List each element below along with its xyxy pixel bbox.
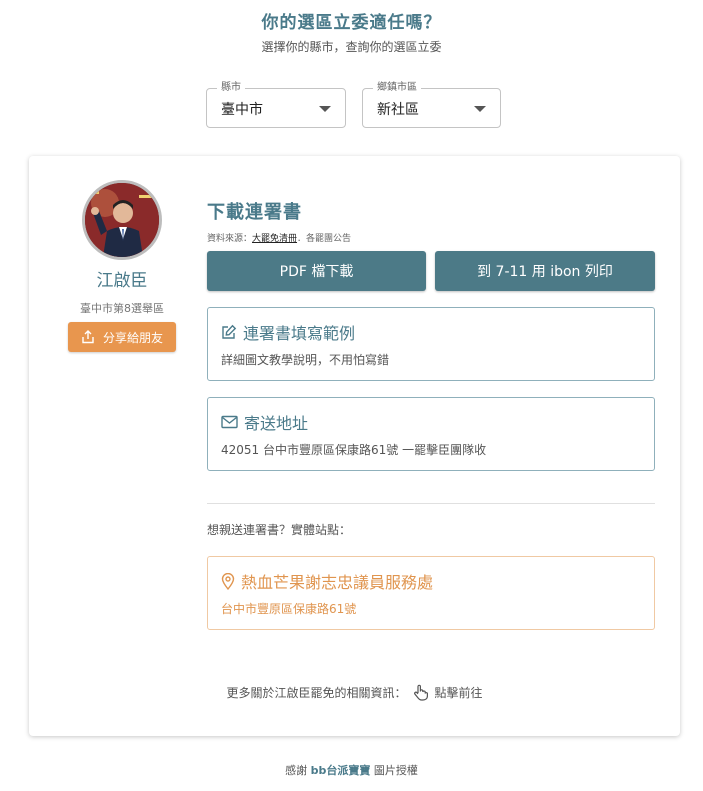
share-button-label: 分享給朋友 [102, 330, 163, 345]
footer-credit: 感謝 bb台派寶寶 圖片授權 [0, 762, 703, 778]
address-box-desc: 42051 台中市豐原區保康路61號 一罷擊臣團隊收 [221, 443, 487, 457]
source-suffix: ．各罷團公告 [297, 234, 352, 244]
page-title: 你的選區立委適任嗎？ [261, 13, 442, 33]
source-link[interactable]: 大罷免清冊 [252, 234, 297, 244]
caret-down-icon [319, 106, 331, 112]
district-select-label: 鄉鎮市區 [373, 81, 421, 95]
legislator-card: 江啟臣 臺中市第8選舉區 分享給朋友 下載連署書 資料來源：大罷免清冊．各罷團公… [29, 156, 680, 736]
example-box-desc: 詳細圖文教學說明，不用怕寫錯 [221, 353, 390, 367]
more-info-text: 更多關於江啟臣罷免的相關資訊： [226, 686, 407, 700]
edit-icon [222, 324, 237, 339]
in-person-prompt: 想親送連署書？實體站點： [207, 523, 352, 537]
office-name: 熱血芒果謝志忠議員服務處 [241, 573, 434, 592]
source-prefix: 資料來源： [207, 234, 253, 244]
office-address: 台中市豐原區保康路61號 [221, 602, 357, 616]
address-box-title: 寄送地址 [244, 414, 309, 433]
data-source: 資料來源：大罷免清冊．各罷團公告 [207, 231, 351, 244]
footer-suffix: 圖片授權 [373, 764, 418, 777]
ibon-print-button[interactable]: 到 7-11 用 ibon 列印 [435, 251, 655, 291]
district-select-value: 新社區 [377, 102, 419, 118]
legislator-name: 江啟臣 [96, 271, 148, 291]
more-info-link[interactable]: 點擊前往 [435, 684, 483, 701]
mail-icon [221, 415, 238, 429]
office-box[interactable]: 熱血芒果謝志忠議員服務處 台中市豐原區保康路61號 [207, 556, 655, 630]
legislator-district: 臺中市第8選舉區 [80, 302, 164, 315]
caret-down-icon [474, 106, 486, 112]
city-select-value: 臺中市 [221, 102, 263, 118]
city-select-label: 縣市 [217, 81, 245, 95]
location-pin-icon [221, 572, 235, 590]
example-box-title: 連署書填寫範例 [243, 324, 356, 343]
pdf-download-button[interactable]: PDF 檔下載 [207, 251, 426, 291]
footer-prefix: 感謝 [285, 764, 308, 777]
divider [207, 503, 655, 504]
district-select[interactable]: 鄉鎮市區 新社區 [362, 81, 501, 128]
pointer-hand-icon [413, 684, 428, 701]
avatar [82, 180, 162, 260]
footer-brand[interactable]: bb台派寶寶 [311, 764, 371, 777]
example-box[interactable]: 連署書填寫範例 詳細圖文教學說明，不用怕寫錯 [207, 307, 655, 381]
page-subtitle: 選擇你的縣市，查詢你的選區立委 [261, 40, 442, 54]
more-info: 更多關於江啟臣罷免的相關資訊： 點擊前往 [29, 684, 680, 701]
address-box[interactable]: 寄送地址 42051 台中市豐原區保康路61號 一罷擊臣團隊收 [207, 397, 655, 471]
download-title: 下載連署書 [207, 202, 302, 223]
city-select[interactable]: 縣市 臺中市 [206, 81, 346, 128]
share-button[interactable]: 分享給朋友 [68, 322, 176, 352]
share-icon [82, 330, 94, 344]
